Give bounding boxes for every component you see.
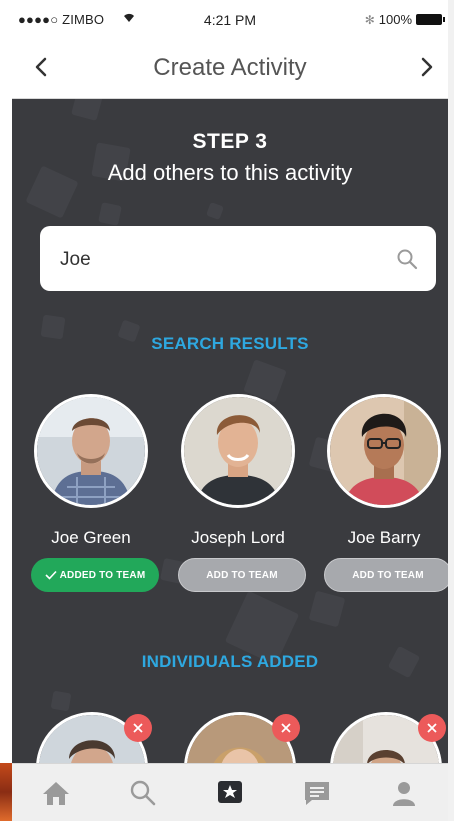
tab-search[interactable] bbox=[99, 764, 186, 821]
search-result-card: Joseph Lord ADD TO TEAM bbox=[178, 394, 306, 592]
decor-square bbox=[206, 202, 224, 220]
tab-profile[interactable] bbox=[361, 764, 448, 821]
profile-icon bbox=[393, 782, 416, 806]
app-screen: ●●●●○ ZIMBO 4:21 PM ✻ 100% Create Activi… bbox=[12, 0, 448, 821]
added-to-team-button[interactable]: ADDED TO TEAM bbox=[31, 558, 159, 592]
add-to-team-button[interactable]: ADD TO TEAM bbox=[178, 558, 306, 592]
remove-button[interactable] bbox=[418, 714, 446, 742]
status-bar: ●●●●○ ZIMBO 4:21 PM ✻ 100% bbox=[12, 0, 448, 40]
close-icon bbox=[133, 723, 143, 733]
person-name: Joe Green bbox=[51, 528, 131, 547]
remove-button[interactable] bbox=[272, 714, 300, 742]
forward-button[interactable] bbox=[412, 52, 442, 82]
remove-button[interactable] bbox=[124, 714, 152, 742]
chevron-right-icon bbox=[421, 57, 433, 77]
tab-bar bbox=[12, 763, 448, 821]
photo-strip bbox=[0, 763, 12, 821]
step-label: STEP 3 bbox=[192, 130, 268, 153]
person-name: Joseph Lord bbox=[191, 528, 285, 547]
battery-icon bbox=[416, 14, 445, 25]
left-edge bbox=[0, 0, 12, 821]
button-label: ADD TO TEAM bbox=[352, 569, 424, 581]
search-result-card: Joe Green ADDED TO TEAM bbox=[31, 394, 159, 592]
avatar[interactable] bbox=[34, 394, 148, 508]
battery-status: ✻ 100% bbox=[364, 12, 445, 27]
decor-square bbox=[50, 690, 72, 712]
bluetooth-icon: ✻ bbox=[364, 12, 375, 27]
add-to-team-button[interactable]: ADD TO TEAM bbox=[324, 558, 448, 592]
tab-messages[interactable] bbox=[274, 764, 361, 821]
decor-square bbox=[98, 202, 122, 226]
search-input[interactable] bbox=[58, 246, 382, 274]
search-icon[interactable] bbox=[396, 248, 418, 275]
button-label: ADDED TO TEAM bbox=[59, 569, 146, 581]
person-name: Joe Barry bbox=[347, 528, 421, 547]
check-icon bbox=[45, 570, 57, 580]
search-results-heading: SEARCH RESULTS bbox=[151, 334, 309, 353]
close-icon bbox=[281, 723, 291, 733]
button-label: ADD TO TEAM bbox=[206, 569, 278, 581]
avatar[interactable] bbox=[181, 394, 295, 508]
search-result-card: Joe Barry ADD TO TEAM bbox=[324, 394, 448, 592]
tab-home[interactable] bbox=[12, 764, 99, 821]
page-title: Create Activity bbox=[153, 54, 307, 81]
search-box bbox=[40, 226, 436, 291]
step-subtitle: Add others to this activity bbox=[107, 160, 353, 185]
home-icon bbox=[42, 782, 69, 805]
avatar[interactable] bbox=[327, 394, 441, 508]
battery-percent: 100% bbox=[378, 12, 412, 27]
messages-icon bbox=[305, 782, 330, 805]
right-edge bbox=[448, 0, 454, 821]
individuals-added-heading: INDIVIDUALS ADDED bbox=[141, 652, 319, 671]
decor-square bbox=[308, 590, 346, 628]
activity-icon bbox=[218, 781, 242, 803]
tab-activity[interactable] bbox=[186, 764, 273, 821]
navigation-bar: Create Activity bbox=[12, 40, 448, 99]
close-icon bbox=[427, 723, 437, 733]
search-icon bbox=[130, 780, 156, 806]
